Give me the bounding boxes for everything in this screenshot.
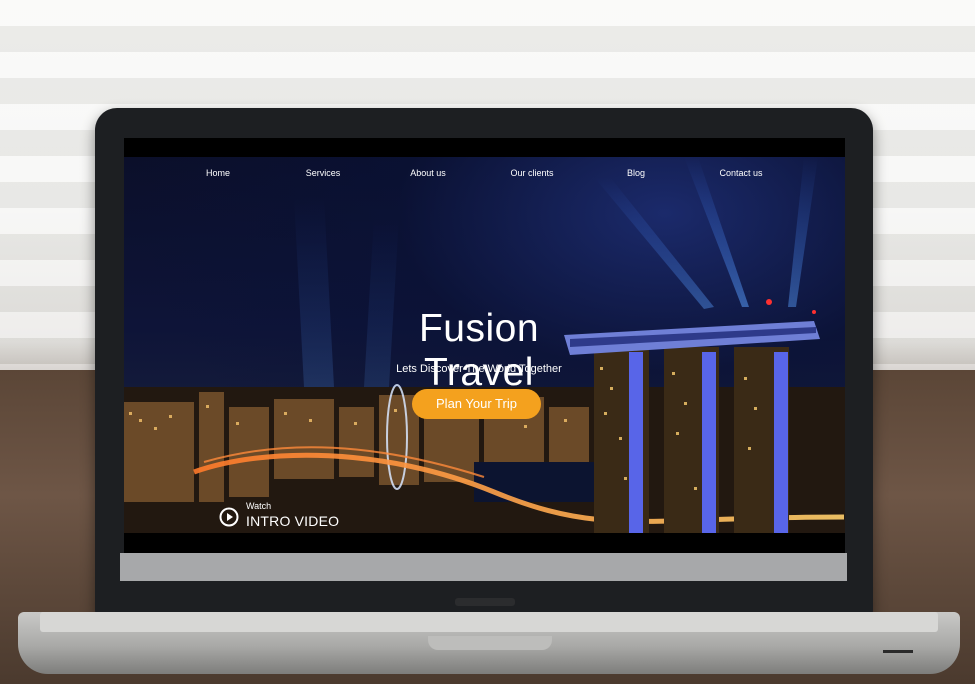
- screen-bezel-bottom: [120, 553, 847, 581]
- nav-about-us[interactable]: About us: [410, 165, 446, 181]
- laptop-led-indicator: [883, 650, 913, 653]
- nav-blog[interactable]: Blog: [627, 165, 645, 181]
- plan-your-trip-button[interactable]: Plan Your Trip: [412, 389, 541, 419]
- screen-bottom-bar: [124, 533, 845, 553]
- intro-video-label[interactable]: INTRO VIDEO: [246, 513, 339, 529]
- nav-services[interactable]: Services: [306, 165, 341, 181]
- laptop-hinge: [455, 598, 515, 606]
- laptop-keyboard-deck: [40, 612, 938, 632]
- hero-title: Fusion Travel: [418, 307, 540, 394]
- play-icon[interactable]: [219, 507, 239, 527]
- hero-section: Home Services About us Our clients Blog …: [124, 157, 845, 533]
- hero-subtitle: Lets Discover The World Together: [396, 363, 562, 375]
- main-nav: Home Services About us Our clients Blog …: [124, 165, 845, 185]
- nav-home[interactable]: Home: [206, 165, 230, 181]
- nav-contact-us[interactable]: Contact us: [719, 165, 762, 181]
- watch-label: Watch: [246, 501, 272, 511]
- nav-our-clients[interactable]: Our clients: [510, 165, 553, 181]
- screen-top-bar: [124, 138, 845, 157]
- website-screen: Home Services About us Our clients Blog …: [124, 138, 845, 553]
- laptop-lid-notch: [428, 636, 552, 650]
